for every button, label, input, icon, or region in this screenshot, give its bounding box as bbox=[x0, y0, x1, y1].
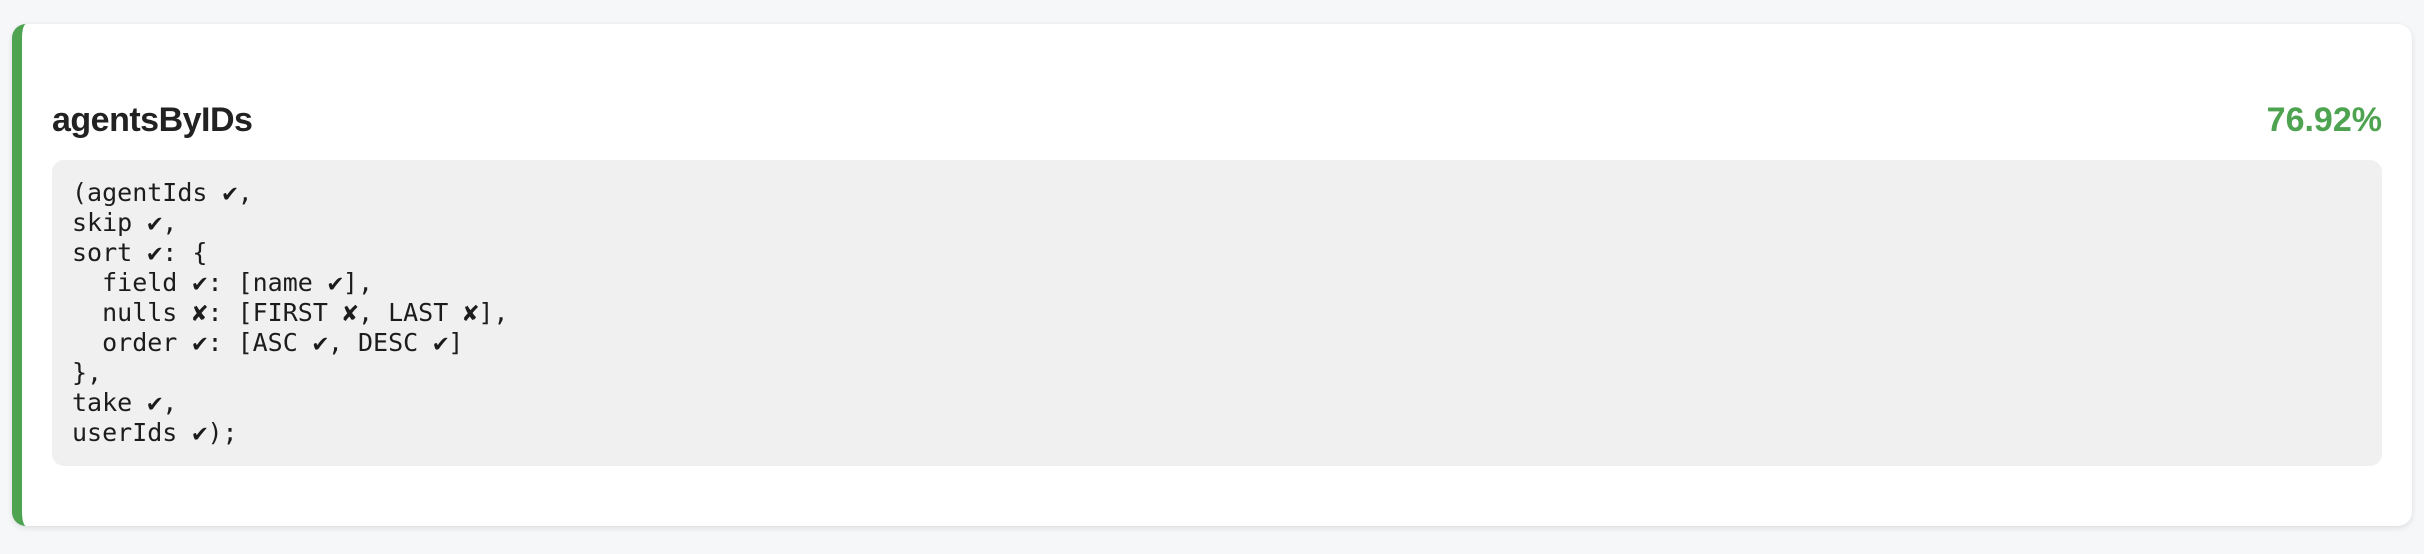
code-line: take ✔, bbox=[72, 388, 178, 417]
code-line: userIds ✔); bbox=[72, 418, 238, 447]
code-line: sort ✔: { bbox=[72, 238, 208, 267]
code-line: field ✔: [name ✔], bbox=[72, 268, 374, 297]
code-block: (agentIds ✔, skip ✔, sort ✔: { field ✔: … bbox=[52, 160, 2382, 466]
code-line: (agentIds ✔, bbox=[72, 178, 253, 207]
code-line: skip ✔, bbox=[72, 208, 178, 237]
code-line: }, bbox=[72, 358, 103, 387]
code-line: order ✔: [ASC ✔, DESC ✔] bbox=[72, 328, 464, 357]
card-title: agentsByIDs bbox=[52, 100, 253, 139]
card-header: agentsByIDs 76.92% bbox=[52, 90, 2382, 150]
coverage-card: agentsByIDs 76.92% (agentIds ✔, skip ✔, … bbox=[12, 24, 2412, 526]
code-line: nulls ✘: [FIRST ✘, LAST ✘], bbox=[72, 298, 509, 327]
coverage-percent: 76.92% bbox=[2266, 100, 2382, 139]
